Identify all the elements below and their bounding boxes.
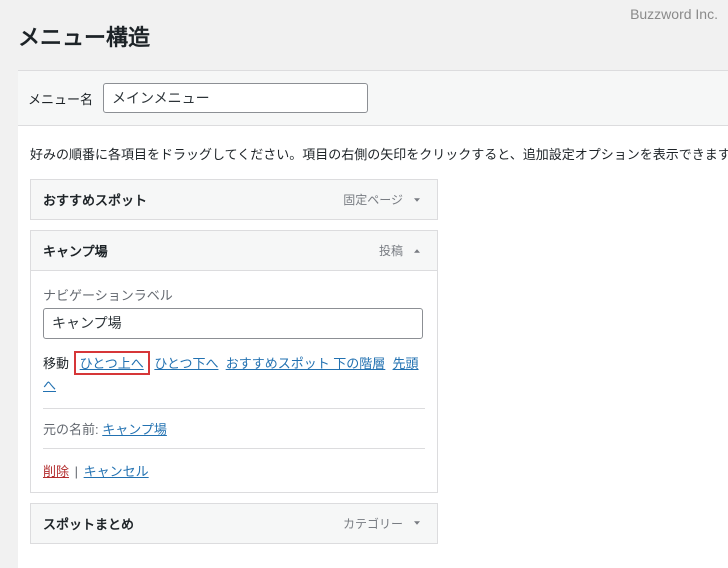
instructions-text: 好みの順番に各項目をドラッグしてください。項目の右側の矢印をクリックすると、追加… (18, 126, 728, 179)
menu-item-type: 投稿 (379, 242, 403, 259)
nav-label-heading: ナビゲーションラベル (43, 285, 425, 304)
menu-item-bar-summary[interactable]: スポットまとめ カテゴリー (30, 503, 438, 544)
collapse-toggle-icon[interactable] (409, 243, 425, 259)
move-under-parent-link[interactable]: おすすめスポット 下の階層 (226, 356, 386, 371)
expand-toggle-icon[interactable] (409, 192, 425, 208)
move-row: 移動 ひとつ上へ ひとつ下へ おすすめスポット 下の階層 先頭へ (43, 351, 425, 394)
menu-panel: メニュー名 好みの順番に各項目をドラッグしてください。項目の右側の矢印をクリック… (18, 70, 728, 568)
move-down-link[interactable]: ひとつ下へ (154, 356, 218, 371)
cancel-link[interactable]: キャンセル (84, 464, 149, 479)
menu-item-type: 固定ページ (343, 191, 403, 208)
menu-item-type: カテゴリー (343, 515, 403, 532)
menu-name-input[interactable] (103, 83, 368, 113)
brand-text: Buzzword Inc. (630, 6, 718, 22)
menu-item-controls: 固定ページ (343, 191, 425, 208)
original-name-link[interactable]: キャンプ場 (102, 422, 167, 437)
nav-label-input[interactable] (43, 308, 423, 338)
menu-item-bar-osusume[interactable]: おすすめスポット 固定ページ (30, 179, 438, 220)
original-name-row: 元の名前: キャンプ場 (43, 408, 425, 449)
move-up-link[interactable]: ひとつ上へ (80, 356, 144, 371)
highlight-box: ひとつ上へ (74, 351, 150, 375)
menu-item-title: キャンプ場 (43, 241, 108, 260)
menu-item-controls: 投稿 (379, 242, 425, 259)
original-name-label: 元の名前: (43, 422, 99, 437)
menu-item: おすすめスポット 固定ページ (30, 179, 716, 220)
menu-item-bar-camp[interactable]: キャンプ場 投稿 (30, 230, 438, 271)
menu-item-title: スポットまとめ (43, 514, 134, 533)
item-actions-row: 削除 | キャンセル (43, 461, 425, 480)
menu-name-row: メニュー名 (18, 71, 728, 126)
expand-toggle-icon[interactable] (409, 515, 425, 531)
page-title: メニュー構造 (0, 0, 728, 70)
menu-item: スポットまとめ カテゴリー (30, 503, 716, 544)
remove-link[interactable]: 削除 (43, 464, 69, 479)
menu-item-settings: ナビゲーションラベル 移動 ひとつ上へ ひとつ下へ おすすめスポット 下の階層 … (30, 271, 438, 492)
menu-item: キャンプ場 投稿 ナビゲーションラベル 移動 ひとつ上へ ひとつ下へ おすすめス… (30, 230, 716, 492)
move-label: 移動 (43, 356, 69, 371)
menu-items-list: おすすめスポット 固定ページ キャンプ場 投稿 (18, 179, 728, 567)
separator: | (75, 464, 82, 479)
menu-item-controls: カテゴリー (343, 515, 425, 532)
menu-name-label: メニュー名 (28, 89, 93, 108)
menu-item-title: おすすめスポット (43, 190, 147, 209)
